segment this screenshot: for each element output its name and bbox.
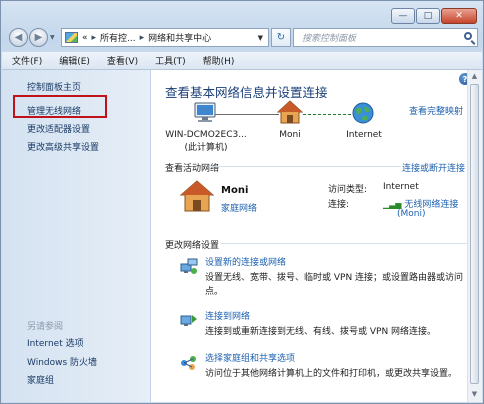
control-panel-icon	[65, 32, 78, 43]
scroll-up-icon[interactable]: ▲	[470, 72, 479, 82]
homegroup-icon	[181, 356, 196, 370]
see-also-heading: 另请参阅	[27, 322, 64, 332]
menu-help[interactable]: 帮助(H)	[193, 54, 242, 67]
task-homegroup: 选择家庭组和共享选项 访问位于其他网络计算机上的文件和打印机，或更改共享设置。	[179, 351, 464, 381]
map-connector	[215, 114, 279, 115]
divider	[209, 166, 401, 167]
search-icon[interactable]	[464, 32, 472, 40]
search-placeholder: 搜索控制面板	[302, 34, 357, 44]
connection-label: 连接:	[328, 200, 350, 210]
scroll-thumb[interactable]	[470, 84, 479, 384]
refresh-icon: ↻	[276, 32, 286, 43]
close-button[interactable]: ✕	[441, 8, 477, 24]
main-content: ? 查看基本网络信息并设置连接 查看完整映射 WIN-DCMO2EC3... (…	[151, 70, 482, 402]
sidebar-internet-options[interactable]: Internet 选项	[27, 336, 84, 349]
forward-button[interactable]: ▶	[29, 28, 48, 47]
breadcrumb-all-control-panel[interactable]: 所有控...	[100, 31, 136, 44]
scroll-down-icon[interactable]: ▼	[470, 390, 479, 400]
active-network-name: Moni	[221, 185, 249, 196]
connect-network-icon	[180, 315, 197, 326]
network-type-link[interactable]: 家庭网络	[221, 201, 257, 214]
homegroup-desc: 访问位于其他网络计算机上的文件和打印机，或更改共享设置。	[205, 369, 458, 379]
breadcrumb-network-center[interactable]: 网络和共享中心	[148, 31, 211, 44]
menu-view[interactable]: 查看(V)	[97, 54, 145, 67]
change-settings-heading: 更改网络设置	[165, 241, 220, 251]
address-dropdown-icon[interactable]: ▼	[258, 34, 263, 42]
node-internet-name[interactable]: Internet	[319, 129, 409, 142]
signal-bars-icon: ▁▃▅	[383, 200, 402, 209]
recent-pages-dropdown-icon[interactable]: ▼	[50, 34, 55, 41]
window: — □ ✕ ◀ ▶ ▼ « ▸ 所有控... ▸ 网络和共享中心 ▼ ↻ 搜索控…	[0, 0, 484, 404]
page-title: 查看基本网络信息并设置连接	[165, 85, 328, 100]
sidebar-homegroup[interactable]: 家庭组	[27, 373, 54, 386]
menu-tools[interactable]: 工具(T)	[145, 54, 193, 67]
refresh-button[interactable]: ↻	[271, 28, 291, 47]
house-icon	[277, 100, 303, 124]
connect-disconnect-link[interactable]: 连接或断开连接	[402, 161, 465, 174]
task-setup-connection: 设置新的连接或网络 设置无线、宽带、拨号、临时或 VPN 连接；或设置路由器或访…	[179, 255, 464, 299]
computer-icon	[194, 102, 216, 122]
minimize-button[interactable]: —	[391, 8, 415, 24]
setup-connection-link[interactable]: 设置新的连接或网络	[205, 255, 464, 268]
connect-network-link[interactable]: 连接到网络	[205, 309, 464, 322]
address-bar[interactable]: « ▸ 所有控... ▸ 网络和共享中心 ▼	[61, 28, 269, 47]
back-arrow-icon: ◀	[14, 32, 23, 43]
sidebar-windows-firewall[interactable]: Windows 防火墙	[27, 355, 97, 368]
access-type-value: Internet	[383, 182, 419, 192]
menu-bar: 文件(F) 编辑(E) 查看(V) 工具(T) 帮助(H)	[2, 52, 482, 70]
sidebar-advanced-sharing[interactable]: 更改高级共享设置	[27, 140, 99, 153]
setup-connection-desc: 设置无线、宽带、拨号、临时或 VPN 连接；或设置路由器或访问点。	[205, 273, 464, 297]
active-networks-heading: 查看活动网络	[165, 164, 220, 174]
sidebar: 控制面板主页 管理无线网络 更改适配器设置 更改高级共享设置 另请参阅 Inte…	[2, 70, 151, 402]
address-row: ◀ ▶ ▼ « ▸ 所有控... ▸ 网络和共享中心 ▼ ↻ 搜索控制面板	[7, 27, 478, 49]
node-computer-name[interactable]: WIN-DCMO2EC3... (此计算机)	[161, 129, 251, 155]
menu-file[interactable]: 文件(F)	[2, 54, 49, 67]
breadcrumb-chevron-icon[interactable]: ▸	[92, 33, 97, 43]
menu-edit[interactable]: 编辑(E)	[49, 54, 97, 67]
view-full-map-link[interactable]: 查看完整映射	[409, 104, 463, 117]
maximize-button[interactable]: □	[416, 8, 440, 24]
computer-name: WIN-DCMO2EC3...	[165, 130, 247, 140]
caption-buttons: — □ ✕	[391, 8, 477, 24]
divider	[221, 243, 469, 244]
homegroup-link[interactable]: 选择家庭组和共享选项	[205, 351, 464, 364]
access-type-label: 访问类型:	[328, 185, 368, 195]
sidebar-change-adapter[interactable]: 更改适配器设置	[27, 122, 90, 135]
forward-arrow-icon: ▶	[34, 32, 43, 43]
breadcrumb-overflow[interactable]: «	[82, 33, 88, 43]
globe-icon	[352, 102, 374, 124]
back-button[interactable]: ◀	[9, 28, 28, 47]
network-setup-icon	[180, 258, 198, 274]
computer-sub: (此计算机)	[184, 143, 228, 153]
task-connect-network: 连接到网络 连接到或重新连接到无线、有线、拨号或 VPN 网络连接。	[179, 309, 464, 339]
vertical-scrollbar[interactable]: ▲ ▼	[467, 70, 482, 402]
search-input[interactable]: 搜索控制面板	[293, 28, 478, 47]
connect-network-desc: 连接到或重新连接到无线、有线、拨号或 VPN 网络连接。	[205, 327, 437, 337]
breadcrumb-chevron-icon[interactable]: ▸	[140, 33, 145, 43]
connection-sub[interactable]: (Moni)	[397, 209, 426, 219]
house-icon	[179, 180, 215, 212]
sidebar-control-panel-home[interactable]: 控制面板主页	[27, 80, 81, 93]
sidebar-manage-wireless[interactable]: 管理无线网络	[27, 104, 81, 117]
